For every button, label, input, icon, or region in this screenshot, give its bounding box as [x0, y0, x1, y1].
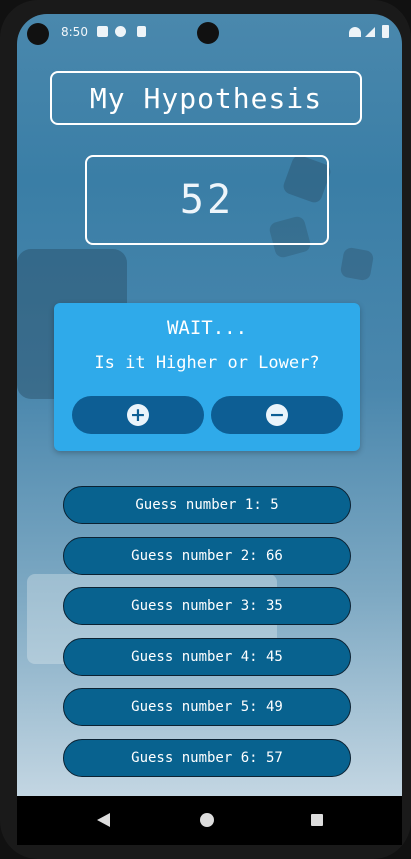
front-camera: [197, 22, 219, 44]
sd-card-icon: [137, 26, 146, 37]
minus-icon: −: [266, 404, 288, 426]
signal-icon: [365, 27, 375, 37]
app-screen: 8:50 My Hypothesis 52 WAIT... Is it High…: [17, 14, 402, 845]
app-notification-icon: [115, 26, 126, 37]
guess-list-item: Guess number 4: 45: [63, 637, 351, 676]
status-time: 8:50: [61, 25, 88, 39]
current-guess-display: 52: [85, 155, 329, 245]
settings-icon: [97, 26, 108, 37]
battery-icon: [382, 25, 389, 38]
camera-cutout: [27, 23, 49, 45]
guess-list-item: Guess number 5: 49: [63, 688, 351, 726]
card-heading: WAIT...: [166, 317, 248, 339]
guess-list-item: Guess number 2: 66: [63, 536, 351, 575]
status-bar: 8:50: [17, 14, 402, 50]
phone-frame: 8:50 My Hypothesis 52 WAIT... Is it High…: [0, 0, 411, 859]
higher-button[interactable]: +: [72, 396, 204, 434]
recent-apps-icon[interactable]: [311, 814, 323, 826]
guess-list-item: Guess number 1: 5: [63, 486, 351, 524]
guess-list: Guess number 1: 5 Guess number 2: 66 Gue…: [63, 486, 351, 789]
guess-list-item: Guess number 3: 35: [63, 587, 351, 625]
wifi-icon: [349, 27, 361, 37]
lower-button[interactable]: −: [211, 396, 343, 434]
higher-lower-card: WAIT... Is it Higher or Lower? + −: [54, 303, 360, 451]
page-title: My Hypothesis: [50, 71, 362, 125]
system-nav-bar: [17, 796, 402, 845]
home-icon[interactable]: [200, 813, 214, 827]
plus-icon: +: [127, 404, 149, 426]
card-question: Is it Higher or Lower?: [94, 353, 320, 373]
guess-list-item: Guess number 6: 57: [63, 738, 351, 777]
back-icon[interactable]: [97, 813, 110, 827]
dice-decoration: [339, 246, 375, 282]
